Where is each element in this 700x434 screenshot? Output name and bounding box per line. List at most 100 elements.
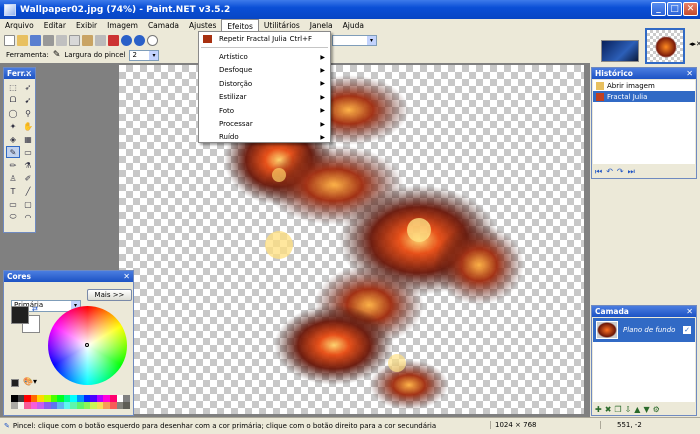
palette-swatch[interactable] <box>57 402 64 409</box>
color-palette[interactable] <box>11 395 131 409</box>
paintbrush-icon[interactable]: ✎ <box>6 146 20 158</box>
palette-swatch[interactable] <box>37 402 44 409</box>
pencil-icon[interactable]: ✏ <box>6 159 20 171</box>
menu-item-artistico[interactable]: Artístico ▶ <box>199 50 330 63</box>
palette-swatch[interactable] <box>11 402 18 409</box>
menu-arquivo[interactable]: Arquivo <box>0 19 39 33</box>
move-icon[interactable]: ➶ <box>21 81 35 93</box>
duplicate-layer-icon[interactable]: ❐ <box>614 405 621 414</box>
text-icon[interactable]: T <box>6 185 20 197</box>
menu-item-distorcao[interactable]: Distorção ▶ <box>199 77 330 90</box>
palette-swatch[interactable] <box>63 402 71 409</box>
palette-swatch[interactable] <box>83 402 91 409</box>
palette-swatch[interactable] <box>103 395 110 402</box>
merge-layer-icon[interactable]: ⇩ <box>625 405 632 414</box>
history-item[interactable]: Abrir imagem <box>593 80 695 91</box>
freeform-shape-icon[interactable]: ◠ <box>21 211 35 223</box>
move-selection-icon[interactable]: ➹ <box>21 94 35 106</box>
close-icon[interactable]: ✕ <box>123 271 130 282</box>
palette-swatch[interactable] <box>17 402 25 409</box>
rectangle-icon[interactable]: ▭ <box>6 198 20 210</box>
palette-swatch[interactable] <box>50 402 58 409</box>
close-icon[interactable]: ✕ <box>686 68 693 79</box>
image-canvas[interactable] <box>119 65 584 414</box>
layer-item[interactable]: Plano de fundo ✓ <box>593 318 695 342</box>
undo-icon[interactable] <box>121 35 132 46</box>
brush-width-select[interactable]: 2 ▾ <box>129 49 160 61</box>
palette-swatch[interactable] <box>90 402 97 409</box>
add-layer-icon[interactable]: ✚ <box>595 405 602 414</box>
minimize-button[interactable]: _ <box>651 2 666 16</box>
fast-forward-icon[interactable]: ⏭ <box>628 167 635 177</box>
close-button[interactable]: ✕ <box>683 2 698 16</box>
ellipse-icon[interactable]: ⬭ <box>6 211 20 223</box>
zoom-icon[interactable]: ⚲ <box>21 107 35 119</box>
palette-swatch[interactable] <box>103 402 110 409</box>
color-wheel[interactable] <box>48 306 127 385</box>
units-select[interactable]: ▾ <box>332 35 377 46</box>
repeat-fractal-julia-item[interactable]: Repetir Fractal Julia Ctrl+F <box>199 32 330 45</box>
undo-icon[interactable]: ↶ <box>606 167 613 177</box>
palette-swatch[interactable] <box>30 402 38 409</box>
menu-item-desfoque[interactable]: Desfoque ▶ <box>199 64 330 77</box>
gradient-icon[interactable]: ▦ <box>21 133 35 145</box>
palette-swatch[interactable] <box>123 402 130 409</box>
recolor-icon[interactable]: ✐ <box>21 172 35 184</box>
palette-swatch[interactable] <box>24 402 31 409</box>
image-thumbnail-1[interactable] <box>601 40 639 62</box>
palette-swatch[interactable] <box>30 395 38 402</box>
close-icon[interactable]: ✕ <box>25 68 32 79</box>
menu-ajuda[interactable]: Ajuda <box>338 19 369 33</box>
paint-bucket-icon[interactable]: ◈ <box>6 133 20 145</box>
print-icon[interactable] <box>43 35 54 46</box>
palette-swatch[interactable] <box>83 395 91 402</box>
palette-swatch[interactable] <box>123 395 130 402</box>
rounded-rectangle-icon[interactable]: ▢ <box>21 198 35 210</box>
palette-swatch[interactable] <box>24 395 31 402</box>
deselect-icon[interactable] <box>108 35 119 46</box>
menu-camada[interactable]: Camada <box>143 19 184 33</box>
layer-visible-checkbox[interactable]: ✓ <box>683 326 691 334</box>
close-icon[interactable]: ✕ <box>686 306 693 317</box>
ellipse-select-icon[interactable]: ◯ <box>6 107 20 119</box>
menu-exibir[interactable]: Exibir <box>71 19 102 33</box>
palette-swatch[interactable] <box>70 402 77 409</box>
more-colors-button[interactable]: Mais >> <box>87 289 132 301</box>
palette-swatch[interactable] <box>11 395 18 402</box>
redo-icon[interactable]: ↷ <box>617 167 624 177</box>
layer-properties-icon[interactable]: ⚙ <box>653 405 660 414</box>
rectangle-select-icon[interactable]: ⬚ <box>6 81 20 93</box>
palette-swatch[interactable] <box>17 395 25 402</box>
palette-swatch[interactable] <box>116 395 124 402</box>
line-icon[interactable]: ╱ <box>21 185 35 197</box>
move-up-icon[interactable]: ▲ <box>634 405 640 414</box>
open-icon[interactable] <box>17 35 28 46</box>
magic-wand-icon[interactable]: ✦ <box>6 120 20 132</box>
paste-icon[interactable] <box>82 35 93 46</box>
eraser-icon[interactable]: ▭ <box>21 146 35 158</box>
menu-editar[interactable]: Editar <box>39 19 71 33</box>
palette-swatch[interactable] <box>90 395 97 402</box>
palette-swatch[interactable] <box>76 402 84 409</box>
image-thumbnail-2[interactable] <box>645 28 685 64</box>
delete-layer-icon[interactable]: ✖ <box>605 405 612 414</box>
redo-icon[interactable] <box>134 35 145 46</box>
clone-stamp-icon[interactable]: ♙ <box>6 172 20 184</box>
brush-icon[interactable]: ✎ <box>53 50 61 60</box>
maximize-button[interactable]: □ <box>667 2 682 16</box>
menu-imagem[interactable]: Imagem <box>102 19 143 33</box>
palette-swatch[interactable] <box>37 395 44 402</box>
tabs-scroll-icon[interactable]: ◂▸✕ <box>689 40 700 48</box>
palette-icon[interactable]: 🎨▾ <box>23 377 37 386</box>
save-icon[interactable] <box>30 35 41 46</box>
move-down-icon[interactable]: ▼ <box>643 405 649 414</box>
palette-swatch[interactable] <box>96 395 104 402</box>
lasso-icon[interactable]: ᗝ <box>6 94 20 106</box>
palette-swatch[interactable] <box>109 395 117 402</box>
cut-icon[interactable] <box>56 35 67 46</box>
history-item[interactable]: Fractal Julia <box>593 91 695 102</box>
palette-swatch[interactable] <box>50 395 58 402</box>
palette-swatch[interactable] <box>116 402 124 409</box>
zoom-icon[interactable] <box>147 35 158 46</box>
menu-item-ruido[interactable]: Ruído ▶ <box>199 131 330 144</box>
